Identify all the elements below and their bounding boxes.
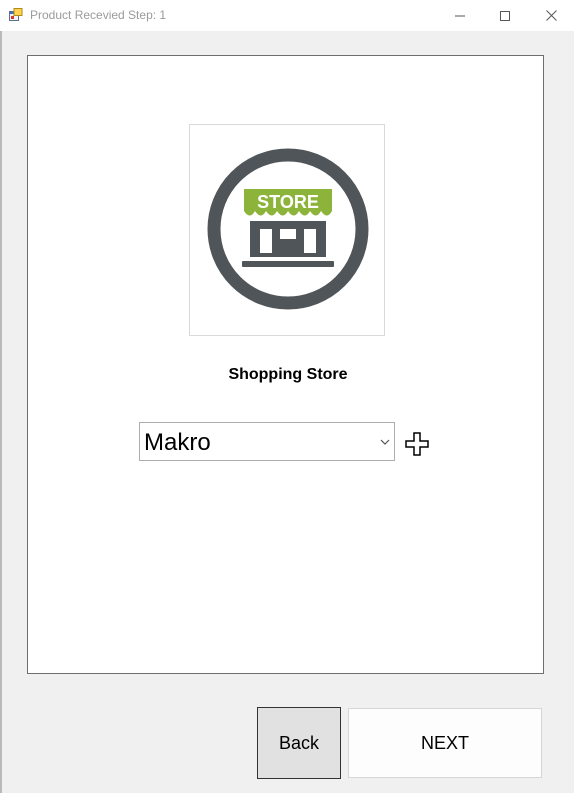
close-button[interactable] [528,0,574,31]
move-cursor-icon [405,432,429,456]
minimize-button[interactable] [437,0,483,31]
chevron-down-icon[interactable] [380,438,390,446]
store-dropdown-value: Makro [144,429,211,456]
store-picture: STORE [189,124,385,336]
window-edge [0,31,2,793]
maximize-icon [500,10,510,21]
window-title: Product Recevied Step: 1 [30,8,167,22]
maximize-button[interactable] [482,0,528,31]
close-icon [545,10,557,21]
store-dropdown[interactable]: Makro [139,422,395,461]
minimize-icon [455,15,465,16]
back-button[interactable]: Back [257,707,341,779]
next-button[interactable]: NEXT [348,708,542,778]
title-bar: Product Recevied Step: 1 [0,0,574,31]
store-sign-text: STORE [257,192,319,212]
shopping-store-label: Shopping Store [228,366,348,383]
form-icon [9,8,23,21]
store-icon: STORE [207,148,369,310]
